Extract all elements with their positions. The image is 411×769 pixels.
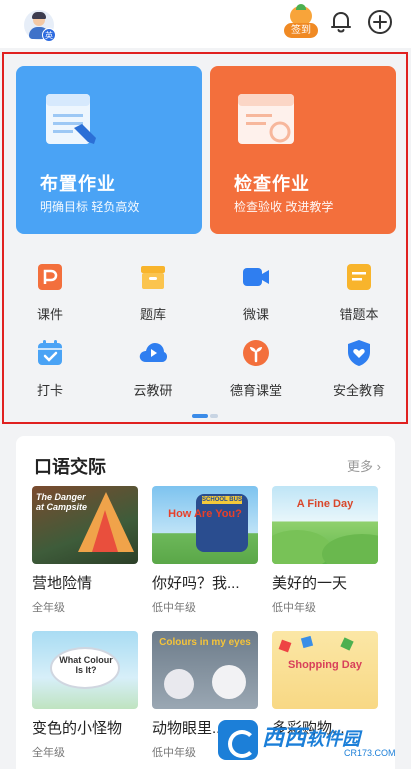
leaf-icon: [296, 4, 306, 10]
avatar[interactable]: 英: [24, 10, 56, 42]
lesson-tile[interactable]: A Fine Day 美好的一天 低中年级: [272, 486, 378, 615]
courseware-icon: [38, 264, 62, 290]
grid-item-moral-class[interactable]: 德育课堂: [216, 338, 296, 408]
grid-item-courseware[interactable]: 课件: [10, 262, 90, 332]
grid-item-checkin[interactable]: 打卡: [10, 338, 90, 408]
assign-homework-subtitle: 明确目标 轻负高效: [40, 200, 140, 214]
sprout-icon: [243, 340, 269, 366]
grid-label: 课件: [36, 307, 63, 322]
grid-item-cloud-research[interactable]: 云教研: [113, 338, 193, 408]
check-homework-subtitle: 检查验收 改进教学: [234, 200, 334, 214]
lesson-grade: 全年级: [32, 602, 65, 614]
grid-label: 安全教育: [332, 383, 385, 398]
watermark-logo: 西西软件园 CR173.COM: [218, 710, 411, 769]
question-bank-icon: [141, 266, 165, 289]
grid-label: 打卡: [36, 383, 63, 398]
more-label: 更多: [347, 459, 374, 474]
grid-label: 错题本: [339, 307, 379, 322]
watermark-url: CR173.COM: [344, 748, 396, 758]
assign-homework-card[interactable]: 布置作业 明确目标 轻负高效: [16, 66, 202, 234]
flag-shape: [278, 639, 292, 653]
bus-sign: SCHOOL BUS: [202, 496, 242, 504]
page-dot: [210, 414, 218, 418]
calendar-check-icon: [38, 340, 62, 365]
notebook-check-icon: [238, 94, 294, 144]
checkin-label: 签到: [284, 23, 318, 38]
watermark-mark: [218, 720, 258, 760]
language-badge: 英: [42, 28, 56, 42]
grid-item-mistake-book[interactable]: 错题本: [319, 262, 399, 332]
lesson-grade: 全年级: [32, 747, 65, 759]
check-homework-card[interactable]: 检查作业 检查验收 改进教学: [210, 66, 396, 234]
flag-shape: [340, 637, 354, 651]
chevron-right-icon: ›: [376, 459, 381, 474]
thumbnail-caption: What Colour Is It?: [59, 655, 113, 675]
lesson-thumbnail: Colours in my eyes: [152, 631, 258, 709]
thumbnail-caption: Colours in my eyes: [159, 637, 251, 648]
lesson-name: 变色的小怪物: [32, 720, 123, 737]
lesson-thumbnail: What Colour Is It?: [32, 631, 138, 709]
lesson-thumbnail: SCHOOL BUS How Are You?: [152, 486, 258, 564]
thumbnail-caption: How Are You?: [168, 508, 242, 520]
check-homework-title: 检查作业: [234, 174, 310, 194]
page-dot-active: [192, 414, 208, 418]
lesson-tile[interactable]: SCHOOL BUS How Are You? 你好吗？我... 低中年级: [152, 486, 258, 615]
bell-icon[interactable]: [327, 8, 355, 36]
avatar-hair: [32, 12, 46, 19]
thumbnail-caption: The Danger at Campsite: [36, 492, 88, 512]
lesson-name: 你好吗？我...: [152, 575, 240, 592]
grid-item-safety-education[interactable]: 安全教育: [319, 338, 399, 408]
lesson-tile[interactable]: What Colour Is It? 变色的小怪物 全年级: [32, 631, 138, 760]
mouse-shape: [164, 669, 194, 699]
lesson-tile[interactable]: The Danger at Campsite 营地险情 全年级: [32, 486, 138, 615]
grid-label: 德育课堂: [229, 383, 282, 398]
section-title: 口语交际: [34, 457, 106, 477]
grid-label: 云教研: [133, 383, 173, 398]
video-camera-icon: [243, 268, 269, 286]
lesson-grade: 低中年级: [272, 602, 316, 614]
assign-homework-title: 布置作业: [40, 174, 116, 194]
lesson-grade: 低中年级: [152, 602, 196, 614]
grid-label: 题库: [139, 307, 166, 322]
lesson-thumbnail: A Fine Day: [272, 486, 378, 564]
plus-circle-icon[interactable]: [366, 8, 394, 36]
thumbnail-caption: Shopping Day: [288, 659, 362, 671]
lesson-name: 营地险情: [32, 575, 93, 592]
grid-item-micro-lesson[interactable]: 微课: [216, 262, 296, 332]
thumbnail-caption: A Fine Day: [296, 498, 354, 510]
grid-item-question-bank[interactable]: 题库: [113, 262, 193, 332]
lesson-name: 美好的一天: [272, 575, 348, 592]
top-bar: 英 签到: [0, 0, 411, 48]
flag-shape: [300, 635, 314, 649]
dog-shape: [212, 665, 246, 699]
lesson-thumbnail: The Danger at Campsite: [32, 486, 138, 564]
grid-label: 微课: [242, 307, 269, 322]
checkin-button[interactable]: 签到: [283, 4, 319, 40]
more-link[interactable]: 更多 ›: [347, 456, 381, 475]
cloud-play-icon: [139, 343, 168, 362]
document-pencil-icon: [46, 94, 96, 144]
hill-shape: [322, 534, 378, 564]
lesson-thumbnail: Shopping Day: [272, 631, 378, 709]
page-indicator: [192, 414, 218, 418]
mistake-book-icon: [347, 264, 371, 290]
shield-heart-icon: [348, 340, 370, 366]
